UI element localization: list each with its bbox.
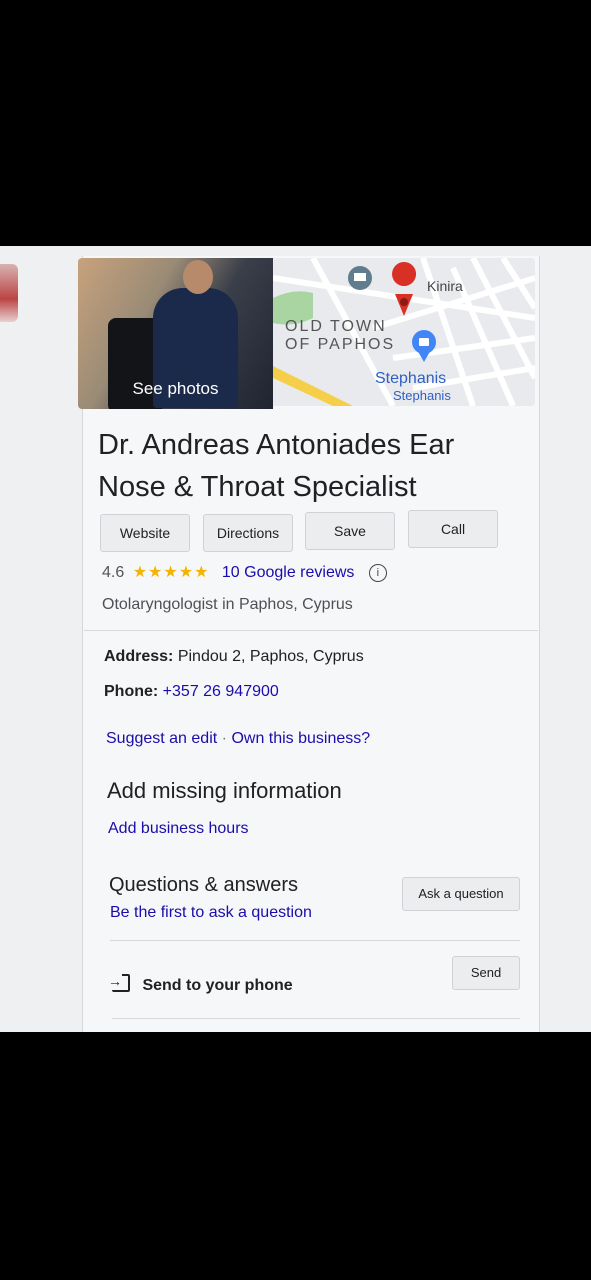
- ask-question-button[interactable]: Ask a question: [402, 877, 520, 911]
- send-to-phone-row[interactable]: Send to your phone: [108, 972, 293, 995]
- own-business-link[interactable]: Own this business?: [231, 730, 370, 747]
- map-label-old-town: OLD TOWN OF PAPHOS: [285, 318, 396, 353]
- address-row: Address: Pindou 2, Paphos, Cyprus: [104, 648, 364, 666]
- address-label: Address:: [104, 648, 174, 665]
- business-category: Otolaryngologist in Paphos, Cyprus: [102, 596, 353, 613]
- address-value[interactable]: Pindou 2, Paphos, Cyprus: [178, 648, 364, 665]
- link-separator: ·: [221, 730, 227, 747]
- website-button[interactable]: Website: [100, 514, 190, 552]
- phone-link[interactable]: +357 26 947900: [163, 683, 279, 700]
- divider: [110, 940, 520, 941]
- send-to-phone-label: Send to your phone: [142, 977, 293, 994]
- divider: [84, 630, 538, 631]
- send-to-phone-icon: [108, 972, 130, 992]
- phone-label: Phone:: [104, 683, 159, 700]
- qa-first-question-link[interactable]: Be the first to ask a question: [110, 904, 312, 922]
- person-head: [183, 260, 213, 294]
- map-tile[interactable]: Kinira OLD TOWN OF PAPHOS Stephanis Step…: [273, 258, 535, 406]
- send-button[interactable]: Send: [452, 956, 520, 990]
- suggest-edit-link[interactable]: Suggest an edit: [106, 730, 217, 747]
- edit-links-row: Suggest an edit · Own this business?: [106, 730, 370, 748]
- call-button[interactable]: Call: [408, 510, 498, 548]
- info-icon[interactable]: i: [368, 564, 387, 582]
- map-label-stephanis-sub: Stephanis: [393, 388, 451, 403]
- map-label-kinira: Kinira: [427, 278, 463, 294]
- business-name: Dr. Andreas Antoniades Ear Nose & Throat…: [98, 429, 455, 503]
- see-photos-label[interactable]: See photos: [78, 379, 273, 399]
- rating-stars: ★★★★★: [132, 564, 210, 581]
- left-thumbnail[interactable]: [0, 264, 18, 322]
- save-button[interactable]: Save: [305, 512, 395, 550]
- add-hours-link[interactable]: Add business hours: [108, 820, 249, 838]
- missing-info-title: Add missing information: [107, 778, 342, 803]
- divider: [112, 1018, 520, 1019]
- qa-title: Questions & answers: [109, 874, 298, 896]
- rating-value: 4.6: [102, 564, 125, 581]
- phone-row: Phone: +357 26 947900: [104, 683, 279, 701]
- photo-tile[interactable]: See photos: [78, 258, 273, 409]
- rating-row: 4.6 ★★★★★ 10 Google reviews i: [102, 562, 387, 582]
- reviews-link[interactable]: 10 Google reviews: [222, 564, 355, 581]
- directions-button[interactable]: Directions: [203, 514, 293, 552]
- browser-screen: See photos Kinira OLD TOWN OF PAPHOS Ste…: [0, 246, 591, 1032]
- map-label-stephanis: Stephanis: [375, 370, 447, 387]
